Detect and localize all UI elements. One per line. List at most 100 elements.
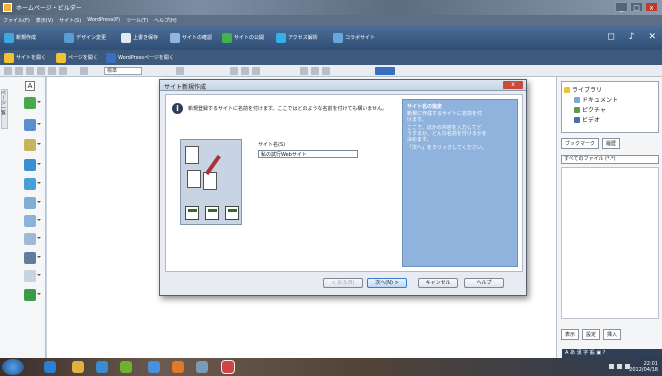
wizard-illustration	[180, 139, 242, 225]
pen-icon[interactable]	[24, 139, 41, 151]
open-toolbar: サイトを開く ページを開く WordPressページを開く	[0, 50, 662, 65]
align-icon[interactable]	[300, 67, 308, 75]
info-icon: i	[172, 103, 183, 114]
check-site-icon	[170, 32, 180, 43]
template-icon	[225, 206, 239, 220]
menu-view[interactable]: 表示(V)	[36, 17, 53, 24]
language-bar[interactable]: A あ 漢 字 般 ▣ ?	[562, 349, 662, 358]
hpb-icon[interactable]	[221, 360, 235, 374]
tree-item-documents[interactable]: ドキュメント	[574, 95, 618, 104]
check-site-button[interactable]: サイトの確認	[170, 32, 212, 43]
new-site-button[interactable]: 新規作成	[4, 32, 36, 43]
close-button[interactable]: x	[645, 2, 658, 12]
file-list[interactable]	[561, 167, 659, 319]
media-player-icon[interactable]	[96, 361, 108, 373]
view-button[interactable]: 表示	[561, 329, 580, 340]
tree-item-videos[interactable]: ビデオ	[574, 115, 600, 124]
list-icon[interactable]	[311, 67, 319, 75]
page-list-tab[interactable]: ページ一覧	[0, 89, 8, 129]
music-icon[interactable]: ♪	[629, 32, 635, 42]
underline-icon[interactable]	[252, 67, 260, 75]
style-icon[interactable]	[80, 67, 88, 75]
network-icon[interactable]	[617, 364, 622, 369]
form-icon[interactable]	[24, 197, 41, 209]
help-button[interactable]: ヘルプ	[464, 278, 504, 288]
file-filter-select[interactable]: すべてのファイル (*.*)	[561, 155, 659, 164]
tab-bookmarks[interactable]: ブックマーク	[561, 138, 600, 149]
menu-wordpress[interactable]: WordPress(P)	[87, 17, 120, 23]
firefox-icon[interactable]	[172, 361, 184, 373]
collab-site-button[interactable]: コラボサイト	[333, 32, 375, 43]
flag-icon[interactable]	[625, 364, 630, 369]
frame-icon[interactable]	[24, 233, 41, 245]
font-icon[interactable]	[176, 67, 184, 75]
menu-site[interactable]: サイト(S)	[59, 17, 81, 24]
paste-icon[interactable]	[48, 67, 56, 75]
publish-site-button[interactable]: サイトの公開	[222, 32, 264, 43]
cut-icon[interactable]	[26, 67, 34, 75]
builder-icon[interactable]	[120, 361, 132, 373]
system-tray: 22:01 2012/04/18	[609, 361, 658, 373]
style-combo[interactable]: 標準	[104, 67, 142, 75]
table-icon[interactable]	[24, 159, 41, 171]
help-text-2: ここで、ほかの内容を入力してど うするか、どんな名前を付けるかを 決めます。	[407, 125, 487, 143]
next-button[interactable]: 次へ(N) >	[367, 278, 407, 288]
main-toolbar: 新規作成 デザイン変更 上書き保存 サイトの確認 サイトの公開 アクセス解析 コ…	[0, 25, 662, 50]
tree-item-pictures[interactable]: ピクチャ	[574, 105, 606, 114]
open-page-button[interactable]: ページを開く	[56, 52, 98, 63]
open-site-button[interactable]: サイトを開く	[4, 52, 46, 63]
tree-icon[interactable]	[24, 97, 41, 109]
window-title: ホームページ・ビルダー	[16, 5, 82, 12]
clock-date[interactable]: 2012/04/18	[629, 367, 658, 373]
page-icon[interactable]	[24, 270, 41, 282]
chrome-icon[interactable]	[148, 361, 160, 373]
indent-icon[interactable]	[322, 67, 330, 75]
overwrite-save-button[interactable]: 上書き保存	[121, 32, 158, 43]
collab-icon	[333, 32, 343, 43]
ie-icon[interactable]	[44, 361, 56, 373]
volume-icon[interactable]	[609, 364, 614, 369]
maximize-button[interactable]: □	[630, 2, 643, 12]
insert-button[interactable]: 挿入	[603, 329, 622, 340]
close-toolbar-icon[interactable]: ✕	[648, 32, 656, 42]
redo-icon[interactable]	[15, 67, 23, 75]
color-icon[interactable]	[375, 67, 395, 75]
menu-help[interactable]: ヘルプ(H)	[154, 17, 177, 24]
tab-history[interactable]: 履歴	[602, 138, 621, 149]
help-text-3: 「次へ」をクリックしてください。	[407, 145, 487, 151]
grid-icon[interactable]	[24, 215, 41, 227]
template-icon	[185, 206, 199, 220]
format-icon[interactable]	[59, 67, 67, 75]
settings-button[interactable]: 設定	[582, 329, 601, 340]
start-button[interactable]	[2, 359, 24, 375]
change-design-button[interactable]: デザイン変更	[64, 32, 106, 43]
bold-icon[interactable]	[230, 67, 238, 75]
document-icon	[185, 146, 199, 164]
copy-icon[interactable]	[37, 67, 45, 75]
tree-item-library[interactable]: ライブラリ	[564, 85, 602, 94]
analysis-icon	[276, 32, 286, 43]
open-wordpress-page-button[interactable]: WordPressページを開く	[106, 52, 174, 63]
minimize-button[interactable]: _	[615, 2, 628, 12]
save-icon	[121, 32, 131, 43]
site-name-label: サイト名(S)	[258, 142, 286, 148]
dialog-close-button[interactable]: x	[503, 81, 523, 89]
parts-icon[interactable]	[24, 289, 41, 301]
cancel-button[interactable]: キャンセル	[418, 278, 458, 288]
library-tree: ライブラリ ドキュメント ピクチャ ビデオ	[561, 81, 659, 133]
text-icon[interactable]: A	[25, 81, 35, 91]
paint-icon[interactable]	[196, 361, 208, 373]
layout-icon[interactable]	[24, 178, 41, 190]
menu-file[interactable]: ファイル(F)	[3, 17, 30, 24]
app-icon	[3, 3, 12, 12]
site-name-input[interactable]	[258, 150, 358, 158]
undo-icon[interactable]	[4, 67, 12, 75]
menu-tools[interactable]: ツール(T)	[126, 17, 148, 24]
media-icon[interactable]	[24, 252, 41, 264]
italic-icon[interactable]	[241, 67, 249, 75]
back-button[interactable]: < 戻る(B)	[323, 278, 363, 288]
image-icon[interactable]	[24, 119, 41, 131]
explorer-icon[interactable]	[72, 361, 84, 373]
window-icon[interactable]: ◻	[607, 32, 614, 42]
access-analysis-button[interactable]: アクセス解析	[276, 32, 318, 43]
